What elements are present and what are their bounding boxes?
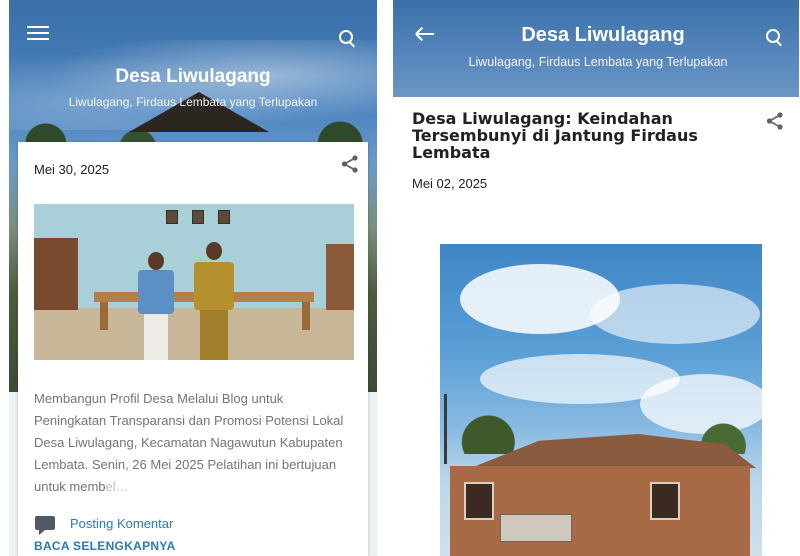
- photo-cloud: [590, 284, 760, 344]
- hamburger-menu-icon[interactable]: [27, 26, 49, 44]
- post-excerpt-text: Membangun Profil Desa Melalui Blog untuk…: [34, 391, 344, 494]
- photo-person-official: [194, 242, 234, 360]
- photo-bench-leg: [302, 302, 310, 330]
- photo-bench-leg: [100, 302, 108, 330]
- blog-title[interactable]: Desa Liwulagang: [423, 24, 783, 47]
- search-icon[interactable]: [339, 30, 359, 50]
- blog-home-screen: Desa Liwulagang Liwulagang, Firdaus Lemb…: [9, 0, 377, 556]
- photo-door-right: [326, 244, 354, 310]
- blog-title[interactable]: Desa Liwulagang: [9, 66, 377, 88]
- photo-window: [650, 482, 680, 520]
- article-header: [393, 0, 799, 97]
- article-screen: Desa Liwulagang Liwulagang, Firdaus Lemb…: [393, 0, 799, 556]
- photo-door-left: [34, 238, 78, 310]
- share-icon[interactable]: [340, 154, 360, 174]
- post-card: Mei 30, 2025 Membangun Profil Desa Melal…: [18, 142, 368, 556]
- photo-person-student: [138, 252, 174, 360]
- comment-icon[interactable]: [35, 516, 55, 535]
- blog-tagline: Liwulagang, Firdaus Lembata yang Terlupa…: [68, 95, 318, 109]
- post-excerpt-fade: el…: [105, 479, 129, 494]
- post-thumbnail-image[interactable]: [34, 204, 354, 360]
- blog-tagline: Liwulagang, Firdaus Lembata yang Terlupa…: [468, 55, 728, 69]
- photo-window: [464, 482, 494, 520]
- photo-frame: [192, 210, 204, 224]
- photo-frame: [166, 210, 178, 224]
- photo-house-wall: [450, 466, 750, 556]
- photo-frame: [218, 210, 230, 224]
- article-image[interactable]: [440, 244, 762, 556]
- photo-signboard: [500, 514, 572, 542]
- post-excerpt: Membangun Profil Desa Melalui Blog untuk…: [34, 388, 356, 498]
- article-title: Desa Liwulagang: Keindahan Tersembunyi d…: [412, 109, 698, 162]
- article-date: Mei 02, 2025: [412, 176, 488, 191]
- share-icon[interactable]: [765, 111, 785, 131]
- post-comment-link[interactable]: Posting Komentar: [70, 516, 173, 531]
- read-more-link[interactable]: BACA SELENGKAPNYA: [34, 539, 176, 553]
- post-date: Mei 30, 2025: [34, 162, 110, 177]
